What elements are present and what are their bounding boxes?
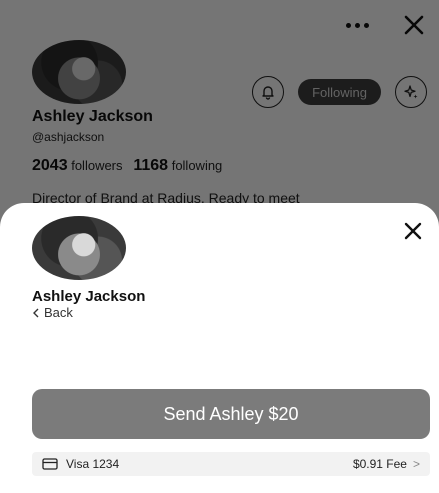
- profile-actions: Following: [252, 76, 427, 108]
- sheet-avatar: [32, 216, 126, 280]
- sparkle-icon: [404, 85, 418, 99]
- tip-sheet: Ashley Jackson Back Send Ashley $20 Visa…: [0, 203, 439, 493]
- payment-method-row[interactable]: Visa 1234 $0.91 Fee >: [32, 452, 430, 476]
- profile-handle: @ashjackson: [32, 130, 105, 144]
- close-icon[interactable]: [403, 221, 423, 241]
- payment-method: Visa 1234: [42, 457, 119, 471]
- credit-card-icon: [42, 458, 58, 470]
- send-button[interactable]: Send Ashley $20: [32, 389, 430, 439]
- back-button[interactable]: Back: [32, 305, 73, 320]
- sparkle-button[interactable]: [395, 76, 427, 108]
- chevron-left-icon: [33, 308, 39, 317]
- followers-label[interactable]: followers: [71, 158, 122, 173]
- followers-count: 2043: [32, 157, 68, 174]
- back-label: Back: [44, 305, 73, 320]
- profile-avatar: [32, 40, 126, 104]
- close-icon[interactable]: [403, 14, 425, 36]
- sheet-name: Ashley Jackson: [32, 288, 146, 305]
- following-count: 1168: [133, 157, 169, 174]
- profile-stats: 2043 followers 1168 following: [32, 157, 222, 175]
- more-dots-icon[interactable]: [346, 22, 369, 28]
- following-label[interactable]: following: [172, 158, 223, 173]
- following-button[interactable]: Following: [298, 79, 381, 105]
- screen: Following Ashley Jackson @ashjackson 204…: [0, 0, 439, 493]
- bell-icon: [262, 86, 274, 100]
- fee-info: $0.91 Fee >: [353, 457, 420, 471]
- fee-label: $0.91 Fee: [352, 457, 407, 471]
- profile-name: Ashley Jackson: [32, 108, 153, 125]
- top-bar: [346, 14, 425, 36]
- send-button-label: Send Ashley $20: [163, 403, 299, 424]
- notify-button[interactable]: [252, 76, 285, 108]
- payment-method-label: Visa 1234: [66, 457, 120, 471]
- chevron-right-icon: >: [412, 457, 420, 471]
- following-button-label: Following: [312, 84, 367, 100]
